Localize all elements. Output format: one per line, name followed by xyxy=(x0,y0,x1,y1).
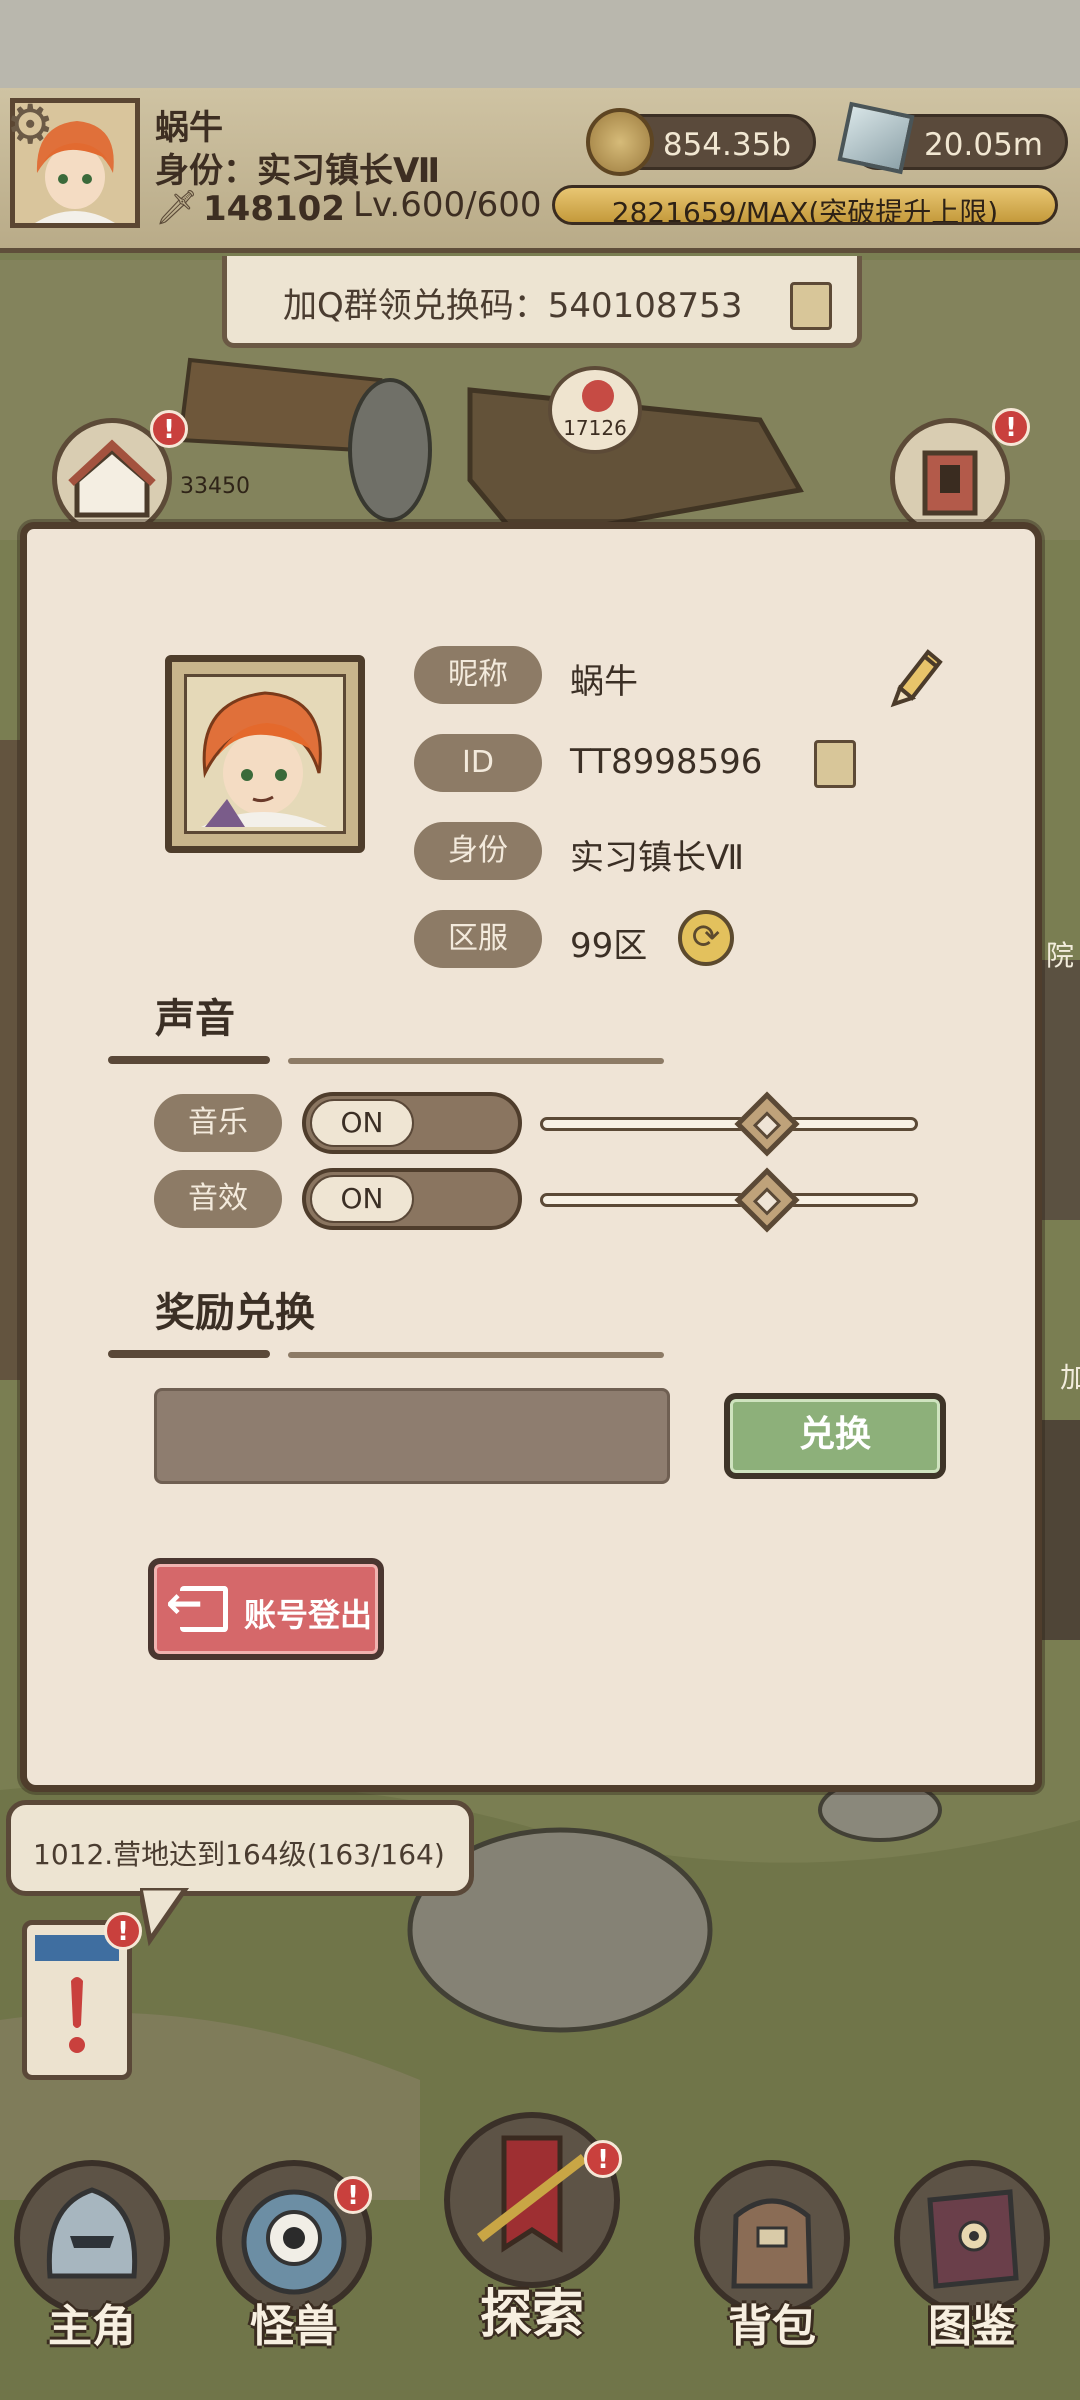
identity-label: 身份 xyxy=(414,822,542,880)
map-building-bubble-right[interactable] xyxy=(890,418,1010,538)
sfx-volume-slider[interactable] xyxy=(540,1193,918,1207)
id-value: TT8998596 xyxy=(570,742,763,782)
nav-explore-circle xyxy=(444,2112,620,2288)
redeem-code-input[interactable] xyxy=(154,1388,670,1484)
nickname-label: 昵称 xyxy=(414,646,542,704)
berry-resource-bubble[interactable]: 17126 xyxy=(548,366,642,454)
notification-badge: ! xyxy=(992,408,1030,446)
section-divider xyxy=(108,1350,270,1358)
calendar-alert-icon xyxy=(35,1935,119,2053)
redeem-button[interactable]: 兑换 xyxy=(724,1393,946,1479)
group-code-text: 加Q群领兑换码：540108753 xyxy=(283,286,743,326)
music-toggle-state: ON xyxy=(310,1099,414,1147)
quest-tracker[interactable]: 1012.营地达到164级(163/164) xyxy=(6,1800,474,1896)
egg-count: 33450 xyxy=(180,474,250,499)
hero-portrait-image xyxy=(187,677,337,827)
map-edge-label: 加 xyxy=(1060,1361,1080,1394)
profile-avatar[interactable] xyxy=(165,655,365,853)
copy-icon[interactable] xyxy=(781,275,832,330)
copy-id-icon[interactable] xyxy=(805,733,856,788)
combat-power: 148102 xyxy=(203,189,345,229)
nav-codex-label: 图鉴 xyxy=(928,2301,1016,2352)
settings-gear-icon[interactable]: ⚙ xyxy=(6,98,54,152)
group-code-banner: 加Q群领兑换码：540108753 xyxy=(222,256,862,348)
server-value: 99区 xyxy=(570,926,648,966)
logout-label: 账号登出 xyxy=(244,1596,373,1634)
nav-codex[interactable]: 图鉴 xyxy=(884,2150,1060,2370)
notification-badge: ! xyxy=(334,2176,372,2214)
music-volume-slider[interactable] xyxy=(540,1117,918,1131)
quest-text: 1012.营地达到164级(163/164) xyxy=(33,1838,445,1871)
identity-value: 实习镇长Ⅶ xyxy=(570,838,745,878)
music-label: 音乐 xyxy=(154,1094,282,1152)
berry-count: 17126 xyxy=(563,416,627,440)
switch-server-refresh-icon[interactable]: ⟳ xyxy=(678,910,734,966)
section-divider xyxy=(108,1056,270,1064)
music-toggle[interactable]: ON xyxy=(302,1092,522,1154)
nickname-value: 蜗牛 xyxy=(570,662,638,702)
logout-button[interactable]: ← 账号登出 xyxy=(148,1558,384,1660)
nav-backpack[interactable]: 背包 xyxy=(684,2150,860,2370)
notification-badge: ! xyxy=(584,2140,622,2178)
notification-badge: ! xyxy=(104,1912,142,1950)
player-level: Lv.600/600 xyxy=(353,185,542,225)
coin-amount: 854.35b xyxy=(662,127,791,163)
helmet-icon xyxy=(46,2187,138,2279)
reward-section-title: 奖励兑换 xyxy=(155,1290,315,1336)
sfx-toggle[interactable]: ON xyxy=(302,1168,522,1230)
nav-monster-label: 怪兽 xyxy=(250,2301,338,2352)
experience-bar: 2821659/MAX(突破提升上限) xyxy=(552,185,1058,225)
sword-icon: 🗡 xyxy=(155,188,199,228)
gem-amount: 20.05m xyxy=(924,127,1043,163)
shop-icon xyxy=(922,450,978,516)
sfx-label: 音效 xyxy=(154,1170,282,1228)
edit-pencil-icon[interactable] xyxy=(888,644,946,708)
nav-backpack-label: 背包 xyxy=(728,2301,816,2352)
nav-explore-label: 探索 xyxy=(479,2285,584,2345)
profile-portrait xyxy=(184,674,346,834)
notification-badge: ! xyxy=(150,410,188,448)
quest-bubble-tail xyxy=(140,1888,190,1947)
experience-text: 2821659/MAX(突破提升上限) xyxy=(611,196,999,225)
nav-hero[interactable]: 主角 xyxy=(4,2150,180,2370)
backpack-icon xyxy=(731,2198,813,2289)
codex-book-icon xyxy=(927,2189,1019,2289)
strawberry-icon xyxy=(582,380,614,412)
player-name: 蜗牛 xyxy=(155,108,223,148)
server-label: 区服 xyxy=(414,910,542,968)
coin-icon xyxy=(586,108,654,176)
sound-section-title: 声音 xyxy=(155,996,235,1042)
section-divider xyxy=(288,1352,664,1358)
nav-hero-label: 主角 xyxy=(48,2301,136,2352)
id-label: ID xyxy=(414,734,542,792)
sfx-toggle-state: ON xyxy=(310,1175,414,1223)
map-edge-label: 院 xyxy=(1046,939,1075,972)
house-icon xyxy=(68,439,156,518)
section-divider xyxy=(288,1058,664,1064)
logout-arrow-icon: ← xyxy=(166,1578,203,1629)
explore-banner-icon xyxy=(476,2135,588,2253)
